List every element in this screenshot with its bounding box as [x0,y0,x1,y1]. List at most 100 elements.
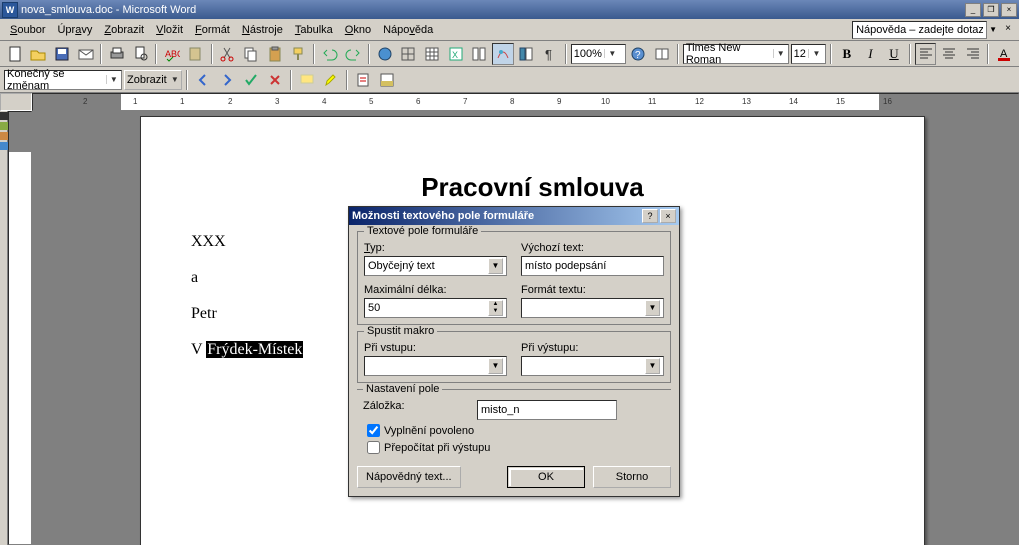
align-left-icon[interactable] [915,43,937,65]
svg-text:?: ? [635,50,641,61]
default-text-input[interactable] [521,256,664,276]
help-dropdown-icon[interactable]: ▼ [987,25,999,34]
spellcheck-icon[interactable]: ABC [161,43,183,65]
dialog-titlebar[interactable]: Možnosti textového pole formuláře ? × [349,207,679,225]
title-bar: W nova_smlouva.doc - Microsoft Word _ ❐ … [0,0,1019,19]
menu-upravy[interactable]: Úpravy [51,22,98,38]
menu-nastroje[interactable]: Nástroje [236,22,289,38]
standard-toolbar: ABC X ¶ 100%▼ ? Times New Roman▼ 12▼ B I… [0,41,1019,67]
menu-zobrazit[interactable]: Zobrazit [98,22,150,38]
bold-icon[interactable]: B [836,43,858,65]
italic-icon[interactable]: I [860,43,882,65]
new-comment-icon[interactable] [296,69,318,91]
underline-icon[interactable]: U [883,43,905,65]
svg-text:¶: ¶ [545,47,552,62]
label-text-format: Formát textu: [521,284,664,296]
ok-button[interactable]: OK [507,466,585,488]
paste-icon[interactable] [264,43,286,65]
maxlen-input[interactable]: 50 ▲ ▼ [364,298,507,318]
fill-enabled-check-icon[interactable] [367,424,380,437]
menu-vlozit[interactable]: Vložit [150,22,189,38]
align-center-icon[interactable] [938,43,960,65]
dialog-title: Možnosti textového pole formuláře [352,210,534,222]
close-doc-button[interactable]: × [1001,23,1015,37]
insert-table-icon[interactable] [421,43,443,65]
print-icon[interactable] [106,43,128,65]
read-icon[interactable] [651,43,673,65]
copy-icon[interactable] [240,43,262,65]
bookmark-input[interactable] [477,400,617,420]
excel-icon[interactable]: X [445,43,467,65]
align-right-icon[interactable] [962,43,984,65]
font-color-icon[interactable]: A [993,43,1015,65]
recalc-check-icon[interactable] [367,441,380,454]
fieldset-text-field: Textové pole formuláře Typ: Obyčejný tex… [357,231,671,325]
display-review-combo[interactable]: Konečný se změnam▼ [4,70,122,90]
menu-napoveda[interactable]: Nápověda [377,22,439,38]
fieldset-settings: Nastavení pole Záložka: Vyplnění povolen… [357,389,671,454]
doc-map-icon[interactable] [516,43,538,65]
legend-macro: Spustit makro [364,325,437,337]
tables-borders-icon[interactable] [398,43,420,65]
fieldset-macro: Spustit makro Při vstupu: ▼ Při výstupu:… [357,331,671,383]
drawing-icon[interactable] [492,43,514,65]
dialog-help-button[interactable]: ? [642,209,658,223]
help-icon[interactable]: ? [628,43,650,65]
dialog-close-button[interactable]: × [660,209,676,223]
font-size-combo[interactable]: 12▼ [791,44,826,64]
reviewing-pane-icon[interactable] [376,69,398,91]
maximize-button[interactable]: ❐ [983,3,999,17]
open-icon[interactable] [28,43,50,65]
hyperlink-icon[interactable] [374,43,396,65]
type-select[interactable]: Obyčejný text▼ [364,256,507,276]
zoom-combo[interactable]: 100%▼ [571,44,626,64]
vertical-ruler[interactable] [8,111,32,545]
format-painter-icon[interactable] [287,43,309,65]
close-button[interactable]: × [1001,3,1017,17]
research-icon[interactable] [185,43,207,65]
font-combo[interactable]: Times New Roman▼ [683,44,789,64]
form-field-highlight[interactable]: Frýdek-Místek [206,341,303,358]
minimize-button[interactable]: _ [965,3,981,17]
show-combo[interactable]: Zobrazit▼ [124,70,182,90]
label-bookmark: Záložka: [363,400,463,412]
help-search-input[interactable] [852,21,987,39]
cancel-button[interactable]: Storno [593,466,671,488]
track-changes-icon[interactable] [352,69,374,91]
menu-soubor[interactable]: Soubor [4,22,51,38]
label-default-text: Výchozí text: [521,242,664,254]
exit-macro-select[interactable]: ▼ [521,356,664,376]
highlight-icon[interactable] [320,69,342,91]
fill-enabled-checkbox[interactable]: Vyplnění povoleno [367,424,665,437]
menu-bar: Soubor Úpravy Zobrazit Vložit Formát Nás… [0,19,1019,41]
word-app-icon: W [2,2,18,18]
label-entry-macro: Při vstupu: [364,342,507,354]
new-doc-icon[interactable] [4,43,26,65]
prev-change-icon[interactable] [192,69,214,91]
next-change-icon[interactable] [216,69,238,91]
print-preview-icon[interactable] [130,43,152,65]
recalc-checkbox[interactable]: Přepočítat při výstupu [367,441,665,454]
save-icon[interactable] [51,43,73,65]
window-title: nova_smlouva.doc - Microsoft Word [21,4,196,16]
menu-tabulka[interactable]: Tabulka [289,22,339,38]
accept-change-icon[interactable] [240,69,262,91]
legend-settings: Nastavení pole [363,383,442,395]
label-exit-macro: Při výstupu: [521,342,664,354]
svg-text:X: X [452,50,458,60]
columns-icon[interactable] [468,43,490,65]
reject-change-icon[interactable] [264,69,286,91]
show-marks-icon[interactable]: ¶ [539,43,561,65]
mail-icon[interactable] [75,43,97,65]
redo-icon[interactable] [343,43,365,65]
undo-icon[interactable] [319,43,341,65]
entry-macro-select[interactable]: ▼ [364,356,507,376]
ruler-corner [0,93,32,111]
label-max-length: Maximální délka: [364,284,507,296]
cut-icon[interactable] [217,43,239,65]
help-text-button[interactable]: Nápovědný text... [357,466,461,488]
menu-okno[interactable]: Okno [339,22,377,38]
format-select[interactable]: ▼ [521,298,664,318]
horizontal-ruler[interactable]: 2 1 1 2 3 4 5 6 7 8 9 10 11 12 13 14 15 … [32,93,1019,111]
menu-format[interactable]: Formát [189,22,236,38]
